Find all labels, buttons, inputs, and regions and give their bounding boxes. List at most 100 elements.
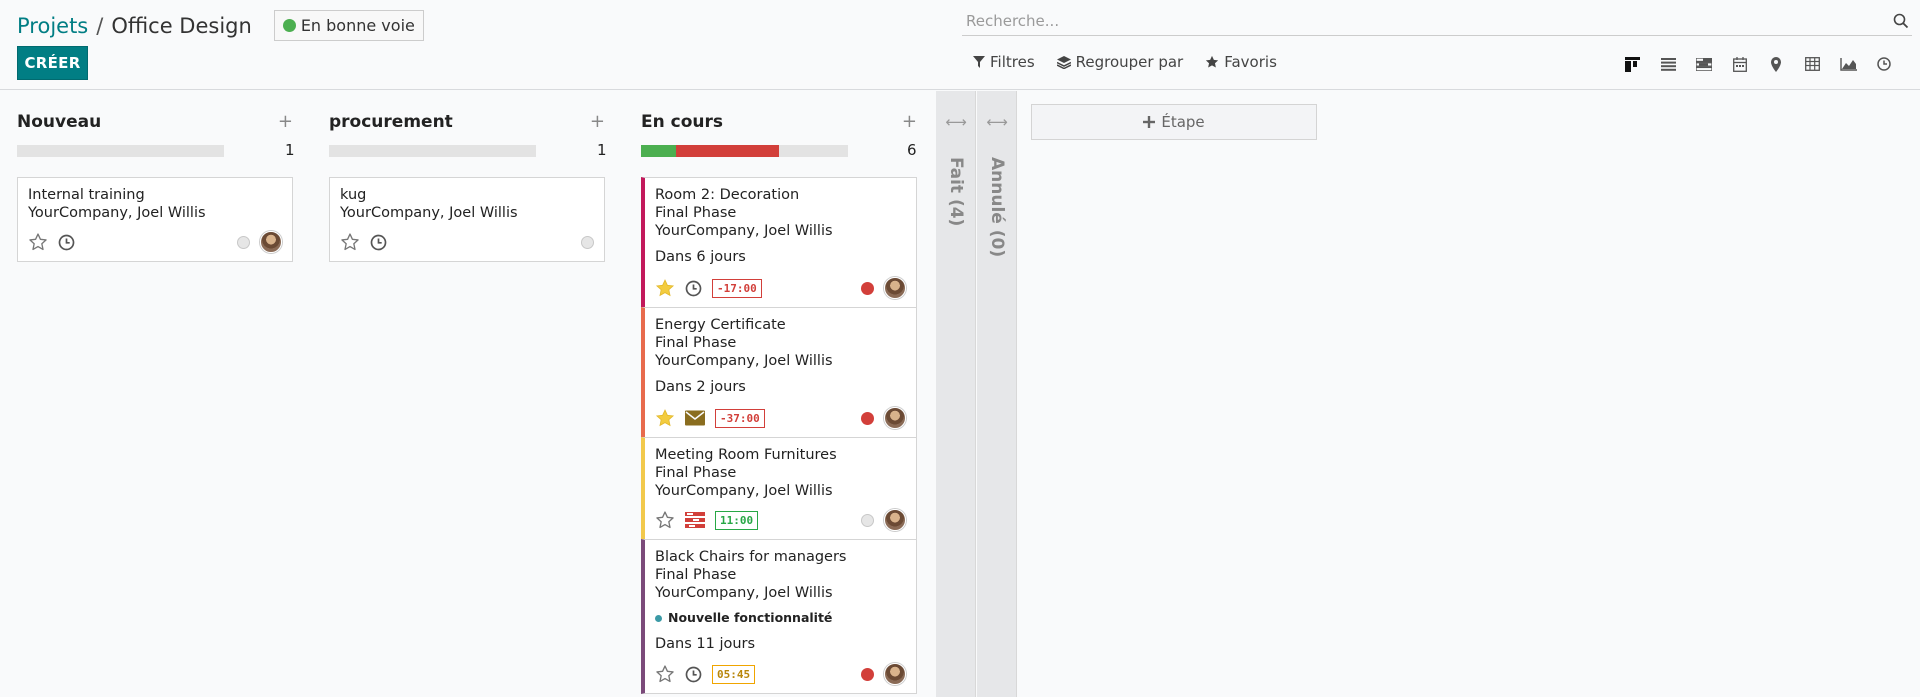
tag-label: Nouvelle fonctionnalité <box>668 610 833 625</box>
task-phase: Final Phase <box>655 567 737 583</box>
calendar-icon <box>1733 56 1747 72</box>
task-phase: Final Phase <box>655 205 737 221</box>
star-filled-icon[interactable] <box>655 278 675 298</box>
kanban-card[interactable]: Internal training YourCompany, Joel Will… <box>17 177 293 262</box>
column-title: procurement <box>329 111 453 132</box>
graph-view-button[interactable] <box>1830 53 1866 75</box>
star-outline-icon[interactable] <box>655 664 675 684</box>
timesheet-timer-badge: 11:00 <box>715 510 759 530</box>
star-outline-icon[interactable] <box>655 510 675 530</box>
task-name: Energy Certificate <box>655 317 786 333</box>
activity-email-icon[interactable] <box>685 410 705 426</box>
activity-clock-icon[interactable] <box>685 280 702 297</box>
favorites-button[interactable]: Favoris <box>1205 53 1277 71</box>
kanban-view-button[interactable] <box>1614 53 1650 75</box>
unfold-arrows-icon[interactable]: ⟷ <box>936 113 976 131</box>
task-name: Meeting Room Furnitures <box>655 447 837 463</box>
create-button[interactable]: CRÉER <box>17 46 88 80</box>
avatar <box>884 509 906 531</box>
column-count: 1 <box>285 141 295 159</box>
folded-column-annule[interactable]: ⟷ Annulé (0) <box>977 91 1017 697</box>
breadcrumb-projects-link[interactable]: Projets <box>17 14 88 38</box>
map-view-button[interactable] <box>1758 53 1794 75</box>
area-chart-icon <box>1839 57 1857 71</box>
kanban-state-grey[interactable] <box>861 513 874 527</box>
task-tag: Nouvelle fonctionnalité <box>655 609 906 627</box>
filters-button[interactable]: Filtres <box>973 53 1035 71</box>
kanban-card[interactable]: kug YourCompany, Joel Willis <box>329 177 605 262</box>
star-filled-icon[interactable] <box>655 408 675 428</box>
quick-create-icon[interactable]: + <box>902 111 917 132</box>
star-outline-icon[interactable] <box>28 232 48 252</box>
kanban-card[interactable]: Energy Certificate Final Phase YourCompa… <box>641 307 917 438</box>
group-by-label: Regrouper par <box>1075 53 1184 71</box>
progress-segment[interactable] <box>641 145 676 157</box>
map-pin-icon <box>1771 56 1781 72</box>
control-panel: Projets / Office Design En bonne voie CR… <box>0 0 1920 90</box>
task-name: Internal training <box>28 187 145 203</box>
task-deadline: Dans 11 jours <box>655 636 756 652</box>
quick-create-icon[interactable]: + <box>590 111 605 132</box>
kanban-state-red[interactable] <box>861 667 874 681</box>
project-status-label: En bonne voie <box>300 16 415 35</box>
progress-segment[interactable] <box>675 145 780 157</box>
activity-tasks-icon[interactable] <box>685 512 705 528</box>
view-switcher <box>1614 53 1902 75</box>
plus-icon <box>1143 116 1156 128</box>
star-icon <box>1206 55 1219 68</box>
filter-icon <box>973 56 985 68</box>
task-company: YourCompany, Joel Willis <box>340 205 518 221</box>
column-header: En cours + <box>641 111 917 132</box>
kanban-state-grey[interactable] <box>237 235 250 249</box>
activity-clock-icon[interactable] <box>58 234 75 251</box>
column-title: Nouveau <box>17 111 102 132</box>
search-icon[interactable] <box>1890 10 1912 32</box>
activity-clock-icon[interactable] <box>370 234 387 251</box>
project-status-button[interactable]: En bonne voie <box>273 10 424 41</box>
column-progress-bar[interactable] <box>641 145 848 157</box>
group-by-button[interactable]: Regrouper par <box>1056 53 1184 71</box>
column-count: 1 <box>597 141 607 159</box>
breadcrumb-separator: / <box>96 13 104 38</box>
kanban-state-red[interactable] <box>861 411 874 425</box>
favorites-label: Favoris <box>1224 53 1277 71</box>
kanban-card[interactable]: Room 2: Decoration Final Phase YourCompa… <box>641 177 917 308</box>
search-input[interactable] <box>962 11 1890 30</box>
kanban-state-red[interactable] <box>861 281 874 295</box>
avatar <box>260 231 282 253</box>
list-view-button[interactable] <box>1650 53 1686 75</box>
activity-view-button[interactable] <box>1866 53 1902 75</box>
task-company: YourCompany, Joel Willis <box>655 483 833 499</box>
unfold-arrows-icon[interactable]: ⟷ <box>977 113 1017 131</box>
task-name: Black Chairs for managers <box>655 549 847 565</box>
status-dot-icon <box>282 19 296 32</box>
calendar-view-button[interactable] <box>1722 53 1758 75</box>
page-title: Office Design <box>111 13 252 38</box>
add-stage-label: Étape <box>1161 113 1205 131</box>
timesheet-timer-badge: 05:45 <box>712 664 756 684</box>
pivot-view-button[interactable] <box>1794 53 1830 75</box>
task-company: YourCompany, Joel Willis <box>28 205 206 221</box>
avatar <box>884 663 906 685</box>
task-deadline: Dans 6 jours <box>655 249 746 265</box>
filters-label: Filtres <box>990 53 1035 71</box>
search-bar <box>962 6 1912 36</box>
star-outline-icon[interactable] <box>340 232 360 252</box>
list-icon <box>1660 57 1676 71</box>
quick-create-icon[interactable]: + <box>278 111 293 132</box>
timesheet-timer-badge: -37:00 <box>715 408 765 428</box>
folded-column-title: Fait (4) <box>946 157 966 227</box>
activity-clock-icon[interactable] <box>685 666 702 683</box>
kanban-state-grey[interactable] <box>581 235 594 249</box>
column-progress-bar[interactable] <box>329 145 536 157</box>
add-stage-button[interactable]: Étape <box>1031 104 1317 140</box>
kanban-icon <box>1624 56 1640 72</box>
column-progress-bar[interactable] <box>17 145 224 157</box>
avatar <box>884 407 906 429</box>
folded-column-fait[interactable]: ⟷ Fait (4) <box>936 91 976 697</box>
kanban-card[interactable]: Meeting Room Furnitures Final Phase Your… <box>641 437 917 540</box>
gantt-view-button[interactable] <box>1686 53 1722 75</box>
avatar <box>884 277 906 299</box>
kanban-card[interactable]: Black Chairs for managers Final Phase Yo… <box>641 539 917 694</box>
task-name: Room 2: Decoration <box>655 187 800 203</box>
